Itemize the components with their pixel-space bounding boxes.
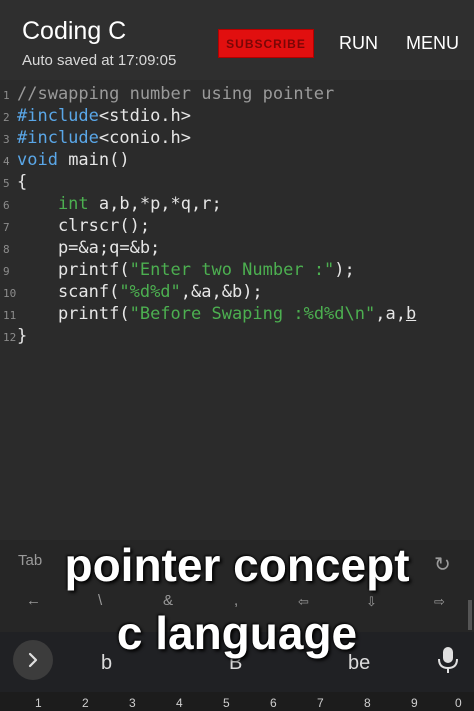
code-text: scanf( — [17, 282, 120, 302]
code-string: "Before Swaping :%d%d\n" — [129, 304, 376, 324]
code-text: ); — [334, 260, 355, 280]
number-key[interactable]: 1 — [35, 696, 42, 710]
autosave-status: Auto saved at 17:09:05 — [22, 52, 177, 69]
code-keyword: int — [17, 194, 89, 214]
code-text: p=&a;q=&b; — [17, 238, 161, 258]
number-key[interactable]: 2 — [82, 696, 89, 710]
line-number: 4 — [3, 155, 10, 168]
code-line[interactable]: 1 //swapping number using pointer — [0, 83, 474, 105]
code-line[interactable]: 3 #include<conio.h> — [0, 127, 474, 149]
line-number: 5 — [3, 177, 10, 190]
code-line[interactable]: 4 void main() — [0, 149, 474, 171]
code-keyword: void — [17, 150, 58, 170]
caption-line-2: c language — [116, 607, 358, 659]
code-line[interactable]: 7 clrscr(); — [0, 215, 474, 237]
line-number: 8 — [3, 243, 10, 256]
cursor-word: b — [405, 304, 417, 324]
code-text: printf( — [17, 260, 130, 280]
menu-button[interactable]: MENU — [406, 33, 459, 54]
number-key[interactable]: 8 — [364, 696, 371, 710]
code-comment: //swapping number using pointer — [17, 84, 335, 104]
line-number: 2 — [3, 111, 10, 124]
line-number: 7 — [3, 221, 10, 234]
line-number: 3 — [3, 133, 10, 146]
code-text: <stdio.h> — [98, 106, 192, 126]
line-number: 1 — [3, 89, 10, 102]
number-key[interactable]: 9 — [411, 696, 418, 710]
number-key[interactable]: 6 — [270, 696, 277, 710]
line-number: 6 — [3, 199, 10, 212]
code-keyword: #include — [17, 106, 99, 126]
code-string: "Enter two Number :" — [129, 260, 335, 280]
app-title: Coding C — [22, 17, 127, 45]
app-bar: Coding C Auto saved at 17:09:05 SUBSCRIB… — [0, 0, 474, 80]
code-line[interactable]: 11 printf("Before Swaping :%d%d\n",a,b — [0, 303, 474, 325]
code-editor[interactable]: 1 //swapping number using pointer 2 #inc… — [0, 80, 474, 540]
number-key[interactable]: 7 — [317, 696, 324, 710]
code-line[interactable]: 8 p=&a;q=&b; — [0, 237, 474, 259]
number-key[interactable]: 0 — [455, 696, 462, 710]
code-line[interactable]: 5 { — [0, 171, 474, 193]
number-row — [0, 692, 474, 711]
code-line[interactable]: 6 int a,b,*p,*q,r; — [0, 193, 474, 215]
number-key[interactable]: 3 — [129, 696, 136, 710]
line-number: 9 — [3, 265, 10, 278]
code-text: a,b,*p,*q,r; — [88, 194, 222, 214]
code-text: main() — [57, 150, 130, 170]
run-button[interactable]: RUN — [339, 33, 378, 54]
code-text: } — [17, 326, 28, 346]
code-string: "%d%d" — [119, 282, 181, 302]
code-line[interactable]: 12 } — [0, 325, 474, 347]
code-line[interactable]: 9 printf("Enter two Number :"); — [0, 259, 474, 281]
caption-line-1: pointer concept — [64, 539, 410, 591]
code-text: <conio.h> — [98, 128, 192, 148]
code-line[interactable]: 10 scanf("%d%d",&a,&b); — [0, 281, 474, 303]
line-number: 11 — [3, 309, 17, 322]
line-number: 12 — [3, 331, 17, 344]
line-number: 10 — [3, 287, 17, 300]
code-text: { — [17, 172, 28, 192]
number-key[interactable]: 5 — [223, 696, 230, 710]
code-text: ,&a,&b); — [180, 282, 263, 302]
subscribe-button[interactable]: SUBSCRIBE — [218, 29, 314, 58]
code-text: printf( — [17, 304, 130, 324]
code-text: ,a, — [375, 304, 406, 324]
code-line[interactable]: 2 #include<stdio.h> — [0, 105, 474, 127]
number-key[interactable]: 4 — [176, 696, 183, 710]
code-keyword: #include — [17, 128, 99, 148]
code-text: clrscr(); — [17, 216, 151, 236]
